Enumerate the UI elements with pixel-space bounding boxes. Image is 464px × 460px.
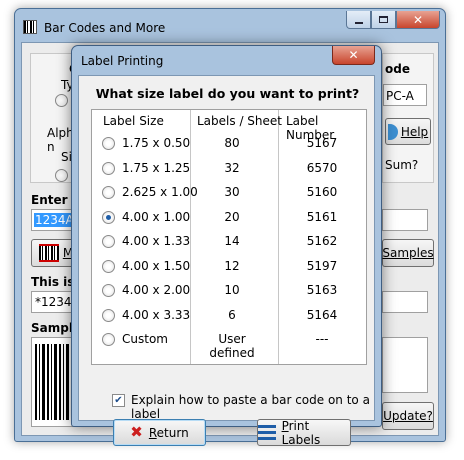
label-size-row[interactable]: 4.00 x 1.50 12 5197 bbox=[92, 255, 366, 280]
label-size-value: 4.00 x 1.50 bbox=[122, 258, 191, 273]
list-icon bbox=[258, 424, 276, 442]
enter-field-value: 1234A bbox=[34, 213, 75, 227]
label-size-radio[interactable] bbox=[102, 161, 115, 175]
return-label-rest: eturn bbox=[156, 425, 189, 440]
code-field[interactable]: PC-A bbox=[383, 84, 427, 106]
label-number-value: 5197 bbox=[306, 258, 338, 273]
minimize-icon bbox=[354, 21, 363, 24]
labels-per-sheet-value: 12 bbox=[224, 258, 240, 273]
explain-checkbox[interactable]: ✔ bbox=[112, 394, 125, 407]
label-size-table: Label Size Labels / Sheet Label Number 1… bbox=[91, 109, 367, 365]
label-number-value: 5164 bbox=[306, 307, 338, 322]
print-labels-button[interactable]: Print Labels bbox=[257, 419, 351, 447]
barcode-icon bbox=[38, 244, 59, 262]
label-size-radio[interactable] bbox=[102, 235, 115, 248]
samples-button-label: Samples bbox=[382, 246, 434, 260]
labels-per-sheet-value: 10 bbox=[224, 283, 240, 297]
label-size-radio[interactable] bbox=[102, 186, 115, 199]
explain-checkbox-label[interactable]: Explain how to paste a bar code on to a … bbox=[131, 393, 374, 421]
close-icon: ✕ bbox=[348, 48, 359, 62]
enter-field-right[interactable] bbox=[382, 209, 428, 231]
labels-per-sheet-value: User defined bbox=[209, 332, 255, 360]
label-size-value: 4.00 x 3.33 bbox=[122, 307, 191, 322]
checkmark-icon: ✔ bbox=[114, 395, 123, 406]
dialog-title: Label Printing bbox=[81, 54, 164, 68]
minimize-button[interactable] bbox=[346, 11, 371, 29]
label-number-value: 5160 bbox=[306, 185, 338, 199]
dialog-client-area: What size label do you want to print? La… bbox=[78, 75, 375, 447]
this-is-field-right[interactable] bbox=[382, 291, 428, 313]
return-accelerator: R bbox=[148, 425, 157, 440]
update-button[interactable]: Update? bbox=[382, 402, 434, 430]
label-size-value: 1.75 x 0.50 bbox=[122, 136, 191, 150]
red-x-icon: ✖ bbox=[130, 423, 143, 441]
size-radio[interactable] bbox=[55, 169, 68, 182]
label-number-value: 5161 bbox=[306, 209, 338, 224]
label-size-row[interactable]: Custom User defined --- bbox=[92, 328, 366, 360]
label-size-radio[interactable] bbox=[102, 259, 115, 273]
label-size-row[interactable]: 1.75 x 1.25 32 6570 bbox=[92, 157, 366, 182]
label-size-row[interactable]: 4.00 x 1.00 20 5161 bbox=[92, 206, 366, 231]
return-button-label: Return bbox=[149, 426, 189, 440]
label-size-value: 4.00 x 1.00 bbox=[122, 209, 191, 224]
label-size-value: 4.00 x 1.33 bbox=[122, 234, 191, 248]
this-is-label: This is bbox=[31, 275, 75, 289]
dialog-close-button[interactable]: ✕ bbox=[332, 46, 375, 65]
help-button-label: Help bbox=[400, 124, 429, 139]
label-number-value: 5163 bbox=[306, 283, 338, 297]
code-field-value: PC-A bbox=[386, 89, 414, 103]
update-button-label: Update? bbox=[383, 409, 433, 423]
maximize-icon bbox=[379, 16, 388, 23]
labels-per-sheet-value: 80 bbox=[224, 136, 240, 150]
label-number-value: 5167 bbox=[306, 136, 338, 150]
labels-per-sheet-value: 6 bbox=[228, 307, 236, 322]
label-size-radio[interactable] bbox=[102, 210, 115, 224]
label-size-row[interactable]: 4.00 x 1.33 14 5162 bbox=[92, 230, 366, 255]
label-size-value: 1.75 x 1.25 bbox=[122, 160, 191, 175]
close-icon: ✕ bbox=[412, 12, 424, 27]
labels-per-sheet-value: 32 bbox=[224, 160, 240, 175]
label-size-row[interactable]: 4.00 x 2.00 10 5163 bbox=[92, 279, 366, 304]
label-size-row[interactable]: 4.00 x 3.33 6 5164 bbox=[92, 304, 366, 329]
sample-area-right bbox=[382, 337, 428, 393]
label-size-row[interactable]: 2.625 x 1.00 30 5160 bbox=[92, 181, 366, 206]
samples-button[interactable]: Samples bbox=[382, 239, 434, 267]
labels-per-sheet-value: 30 bbox=[224, 185, 240, 199]
label-printing-dialog: Label Printing ✕ What size label do you … bbox=[71, 45, 382, 447]
label-size-radio[interactable] bbox=[102, 308, 115, 322]
main-window-title: Bar Codes and More bbox=[44, 21, 166, 35]
barcode-app-icon bbox=[23, 20, 37, 34]
return-button[interactable]: ✖ Return bbox=[113, 419, 206, 446]
main-close-button[interactable]: ✕ bbox=[396, 11, 440, 29]
label-size-value: 2.625 x 1.00 bbox=[122, 185, 198, 199]
help-button[interactable]: Help bbox=[385, 118, 431, 145]
help-icon bbox=[387, 123, 398, 140]
print-labels-label: Print Labels bbox=[282, 419, 350, 447]
label-size-value: 4.00 x 2.00 bbox=[122, 283, 191, 297]
code-heading: ode bbox=[385, 62, 410, 76]
sum-text: Sum? bbox=[385, 158, 419, 172]
size-question: What size label do you want to print? bbox=[95, 86, 360, 101]
labels-per-sheet-value: 20 bbox=[224, 209, 240, 224]
print-accelerator: P bbox=[281, 418, 289, 433]
label-number-value: 5162 bbox=[306, 234, 338, 248]
maximize-button[interactable] bbox=[371, 11, 396, 29]
label-size-radio[interactable] bbox=[102, 333, 115, 346]
label-size-radio[interactable] bbox=[102, 284, 115, 297]
type-radio[interactable] bbox=[55, 94, 68, 107]
label-number-value: 6570 bbox=[306, 160, 338, 175]
label-size-row[interactable]: 1.75 x 0.50 80 5167 bbox=[92, 132, 366, 157]
code-type-panel: ode PC-A Help Sum? bbox=[382, 53, 434, 183]
label-size-radio[interactable] bbox=[102, 137, 115, 150]
labels-per-sheet-value: 14 bbox=[224, 234, 240, 248]
label-size-value: Custom bbox=[122, 332, 168, 346]
header-label-size: Label Size bbox=[103, 114, 164, 128]
header-labels-per-sheet: Labels / Sheet bbox=[197, 114, 282, 128]
label-number-value: --- bbox=[315, 332, 329, 346]
